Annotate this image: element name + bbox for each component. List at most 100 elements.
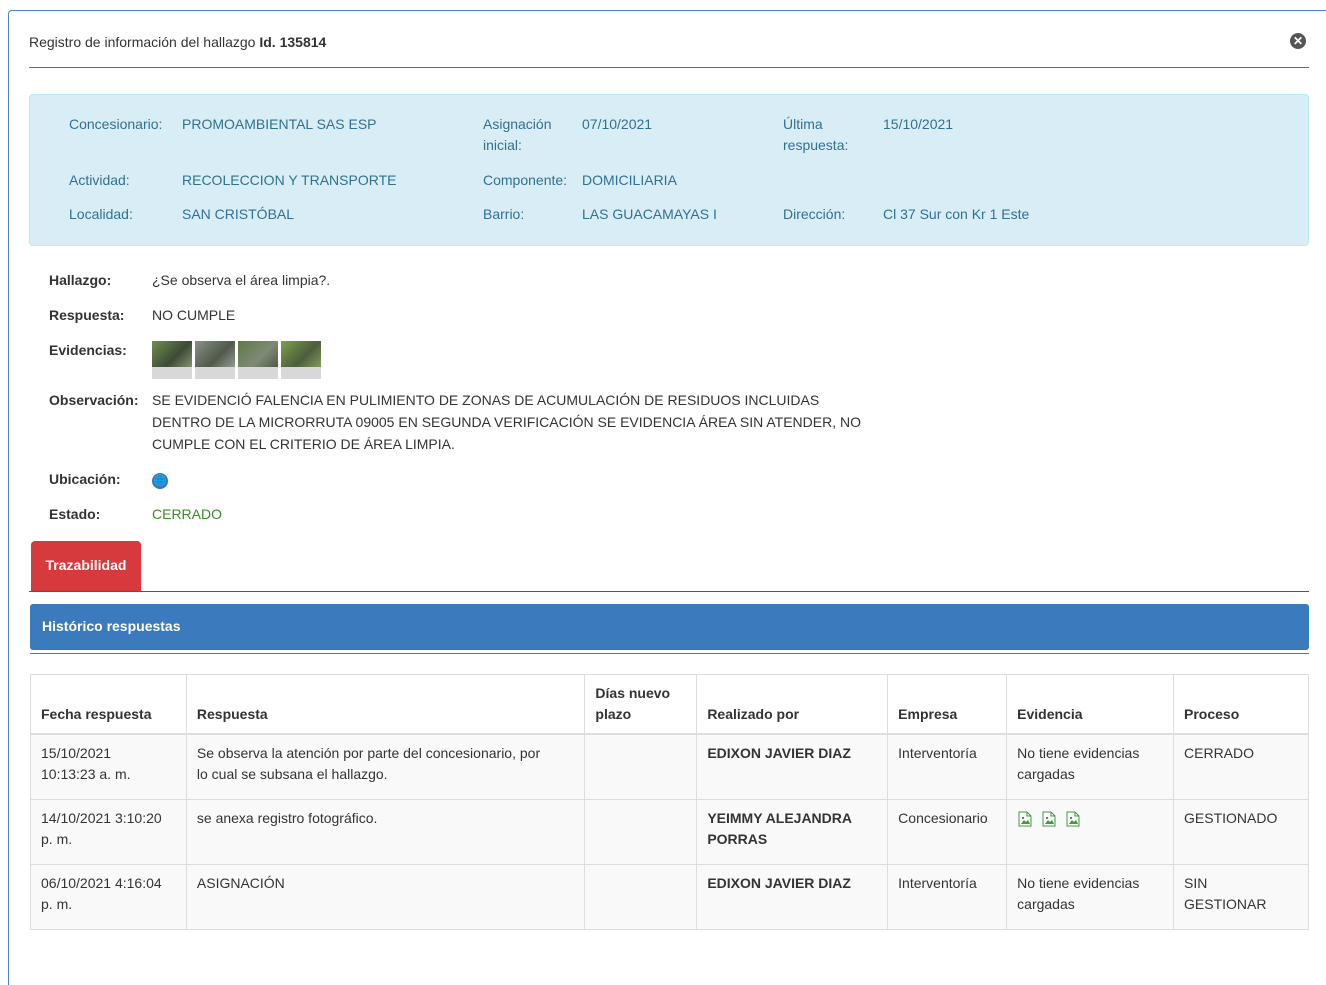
respuesta-line2: lo cual se subsana el hallazgo. [196,766,388,782]
close-icon[interactable]: ✕ [1290,33,1306,49]
observacion-label: Observación: [49,392,139,408]
proceso-line2: GESTIONAR [1184,895,1267,912]
cell-proceso: SIN GESTIONAR [1173,863,1309,930]
cell-dias [584,733,698,800]
tab-divider [29,591,1309,592]
barrio-label: Barrio: [483,206,525,222]
summary-info-box: Concesionario: PROMOAMBIENTAL SAS ESP As… [29,94,1309,246]
modal-title: Registro de información del hallazgo Id.… [29,34,326,50]
table-row: 06/10/2021 4:16:04 p. m. ASIGNACIÓN EDIXO… [30,863,1309,930]
responses-table: Fecha respuesta Respuesta Días nuevo plaz… [30,674,1309,930]
realizado-line2: PORRAS [707,830,768,847]
col-fecha[interactable]: Fecha respuesta [30,674,187,735]
cell-empresa: Concesionario [887,798,1008,865]
image-file-icon[interactable] [1041,811,1057,827]
cell-realizado: EDIXON JAVIER DIAZ [696,863,889,930]
evidencia-line2: cargadas [1017,766,1075,782]
fecha-line1: 14/10/2021 3:10:20 [41,809,162,826]
cell-realizado: EDIXON JAVIER DIAZ [696,733,889,800]
concesionario-label: Concesionario: [69,116,163,132]
proceso-line1: SIN [1184,874,1208,891]
barrio-value: LAS GUACAMAYAS I [582,206,717,222]
actividad-label: Actividad: [69,172,130,188]
respuesta-line1: Se observa la atención por parte del con… [196,745,541,761]
table-header-row: Fecha respuesta Respuesta Días nuevo plaz… [30,674,1309,735]
col-realizado[interactable]: Realizado por [696,674,889,735]
hallazgo-label: Hallazgo: [49,272,112,288]
cell-respuesta: se anexa registro fotográfico. [185,798,586,865]
finding-id: Id. 135814 [259,34,327,50]
evidencia-line1: No tiene evidencias [1017,745,1140,761]
ultima-label-line2: respuesta: [783,137,849,153]
hallazgo-value: ¿Se observa el área limpia?. [152,272,331,288]
evidence-thumbnail[interactable] [238,341,278,379]
fecha-line2: p. m. [41,895,73,912]
col-respuesta[interactable]: Respuesta [185,674,586,735]
evidence-thumbnails [152,341,321,379]
table-row: 14/10/2021 3:10:20 p. m. se anexa registr… [30,798,1309,865]
fecha-line1: 06/10/2021 4:16:04 [41,874,162,891]
asignacion-label-line1: Asignación [483,116,552,132]
evidence-thumbnail[interactable] [152,341,192,379]
localidad-label: Localidad: [69,206,133,222]
cell-realizado: YEIMMY ALEJANDRA PORRAS [696,798,889,865]
observacion-line-2: DENTRO DE LA MICRORRUTA 09005 EN SEGUNDA… [152,414,861,430]
cell-proceso: CERRADO [1173,733,1309,800]
panel-divider [30,653,1309,654]
cell-fecha: 15/10/2021 10:13:23 a. m. [30,733,187,800]
componente-value: DOMICILIARIA [582,172,677,188]
evidencia-line2: cargadas [1017,895,1075,912]
cell-evidencia: No tiene evidencias cargadas [1006,863,1175,930]
globe-icon[interactable]: 🌐 [152,473,168,489]
cell-respuesta: Se observa la atención por parte del con… [185,733,586,800]
col-dias-line2: plazo [595,706,632,722]
cell-evidencia [1006,798,1175,865]
finding-modal: Registro de información del hallazgo Id.… [8,10,1326,985]
image-file-icon[interactable] [1017,811,1033,827]
col-dias-line1: Días nuevo [595,685,671,701]
componente-label: Componente: [483,172,568,188]
direccion-value: Cl 37 Sur con Kr 1 Este [883,206,1030,222]
modal-header: Registro de información del hallazgo Id.… [29,11,1309,68]
col-proceso[interactable]: Proceso [1173,674,1309,735]
estado-label: Estado: [49,506,101,522]
image-file-icon[interactable] [1065,811,1081,827]
col-evidencia[interactable]: Evidencia [1006,674,1175,735]
tab-trazabilidad[interactable]: Trazabilidad [31,541,141,591]
cell-evidencia: No tiene evidencias cargadas [1006,733,1175,800]
observacion-line-1: SE EVIDENCIÓ FALENCIA EN PULIMIENTO DE Z… [152,392,820,408]
ultima-label-line1: Última [783,116,823,132]
actividad-value: RECOLECCION Y TRANSPORTE [182,172,397,188]
fecha-line2: p. m. [41,830,73,847]
observacion-line-3: CUMPLE CON EL CRITERIO DE ÁREA LIMPIA. [152,436,455,452]
evidencia-line1: No tiene evidencias [1017,874,1140,891]
cell-dias [584,863,698,930]
fecha-line2: 10:13:23 a. m. [41,766,131,782]
ubicacion-label: Ubicación: [49,471,121,487]
cell-proceso: GESTIONADO [1173,798,1309,865]
cell-respuesta: ASIGNACIÓN [185,863,586,930]
col-dias[interactable]: Días nuevo plazo [584,674,698,735]
table-row: 15/10/2021 10:13:23 a. m. Se observa la a… [30,733,1309,800]
concesionario-value: PROMOAMBIENTAL SAS ESP [182,116,377,132]
ultima-value: 15/10/2021 [883,116,954,132]
evidence-thumbnail[interactable] [195,341,235,379]
respuesta-label: Respuesta: [49,307,125,323]
fecha-line1: 15/10/2021 [41,745,112,761]
localidad-value: SAN CRISTÓBAL [182,206,295,222]
evidencias-label: Evidencias: [49,342,127,358]
respuesta-value: NO CUMPLE [152,307,236,323]
realizado-line1: YEIMMY ALEJANDRA [707,809,852,826]
estado-value: CERRADO [152,506,223,522]
cell-empresa: Interventoría [887,733,1008,800]
asignacion-label-line2: inicial: [483,137,522,153]
col-empresa[interactable]: Empresa [887,674,1008,735]
cell-dias [584,798,698,865]
asignacion-value: 07/10/2021 [582,116,653,132]
evidence-thumbnail[interactable] [281,341,321,379]
title-prefix: Registro de información del hallazgo [29,34,256,50]
cell-fecha: 14/10/2021 3:10:20 p. m. [30,798,187,865]
historico-panel-header: Histórico respuestas [30,604,1309,650]
cell-fecha: 06/10/2021 4:16:04 p. m. [30,863,187,930]
cell-empresa: Interventoría [887,863,1008,930]
